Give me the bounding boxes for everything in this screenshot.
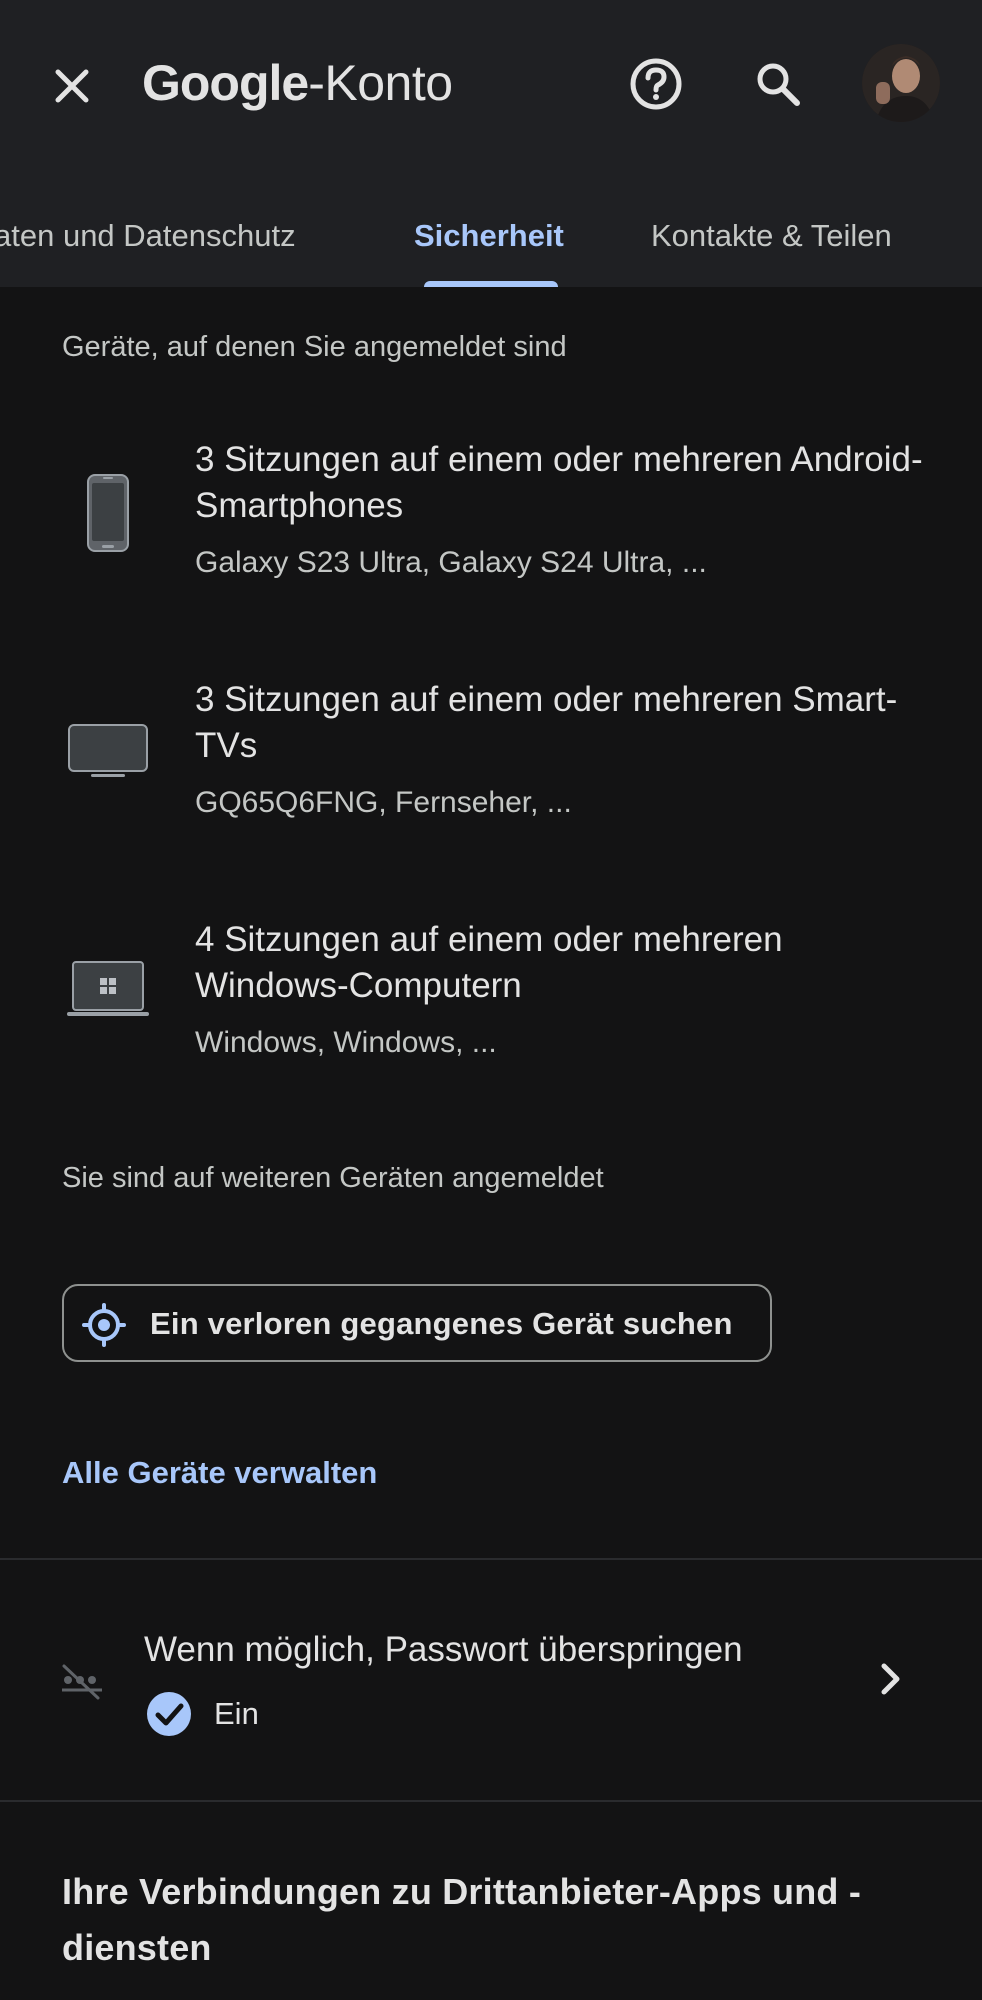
help-button[interactable] (622, 50, 690, 118)
device-row-tv[interactable]: 3 Sitzungen auf einem oder mehreren Smar… (0, 677, 982, 857)
avatar[interactable] (862, 44, 940, 122)
device-title: 3 Sitzungen auf einem oder mehreren Smar… (195, 680, 898, 765)
device-row-android[interactable]: 3 Sitzungen auf einem oder mehreren Andr… (0, 437, 982, 617)
device-subtitle: Windows, Windows, ... (195, 1026, 497, 1059)
check-circle-icon (147, 1692, 191, 1736)
windows-laptop-icon (64, 947, 152, 1035)
avatar-photo-icon (862, 44, 940, 122)
help-circle-icon (630, 58, 682, 110)
password-off-icon (62, 1664, 102, 1700)
manage-all-devices-link[interactable]: Alle Geräte verwalten (62, 1451, 377, 1495)
tab-security[interactable]: Sicherheit (414, 214, 564, 258)
tv-icon (64, 707, 152, 795)
page-title: Google-Konto (142, 48, 453, 118)
smartphone-icon (64, 469, 152, 557)
device-subtitle: Galaxy S23 Ultra, Galaxy S24 Ultra, ... (195, 546, 707, 579)
device-title: 3 Sitzungen auf einem oder mehreren Andr… (195, 440, 923, 525)
close-icon (55, 69, 89, 103)
tab-contacts-sharing[interactable]: Kontakte & Teilen (651, 214, 892, 258)
google-brand: Google (142, 55, 309, 111)
divider (0, 1800, 982, 1802)
title-suffix: -Konto (308, 55, 453, 111)
close-button[interactable] (38, 52, 106, 120)
app-header: Google-Konto aten und Datenschutz Sicher… (0, 0, 982, 287)
device-subtitle: GQ65Q6FNG, Fernseher, ... (195, 786, 572, 819)
skip-password-row[interactable]: Wenn möglich, Passwort überspringen Ein (0, 1560, 982, 1800)
device-title: 4 Sitzungen auf einem oder mehreren Wind… (195, 920, 783, 1005)
find-lost-device-button[interactable]: Ein verloren gegangenes Gerät suchen (62, 1284, 772, 1362)
find-lost-device-label: Ein verloren gegangenes Gerät suchen (150, 1306, 733, 1341)
active-tab-indicator (424, 281, 558, 287)
skip-password-title: Wenn möglich, Passwort überspringen (144, 1630, 743, 1669)
tab-data-privacy[interactable]: aten und Datenschutz (0, 214, 296, 258)
search-icon (757, 63, 800, 106)
device-row-windows[interactable]: 4 Sitzungen auf einem oder mehreren Wind… (0, 917, 982, 1097)
skip-password-status: Ein (214, 1696, 259, 1731)
locate-icon (82, 1303, 126, 1347)
tab-bar: aten und Datenschutz Sicherheit Kontakte… (0, 190, 982, 287)
more-devices-label: Sie sind auf weiteren Geräten angemeldet (62, 1162, 604, 1194)
third-party-connections-title: Ihre Verbindungen zu Drittanbieter-Apps … (62, 1871, 862, 1968)
chevron-right-icon (881, 1663, 900, 1695)
devices-section-label: Geräte, auf denen Sie angemeldet sind (62, 331, 567, 363)
search-button[interactable] (744, 50, 812, 118)
